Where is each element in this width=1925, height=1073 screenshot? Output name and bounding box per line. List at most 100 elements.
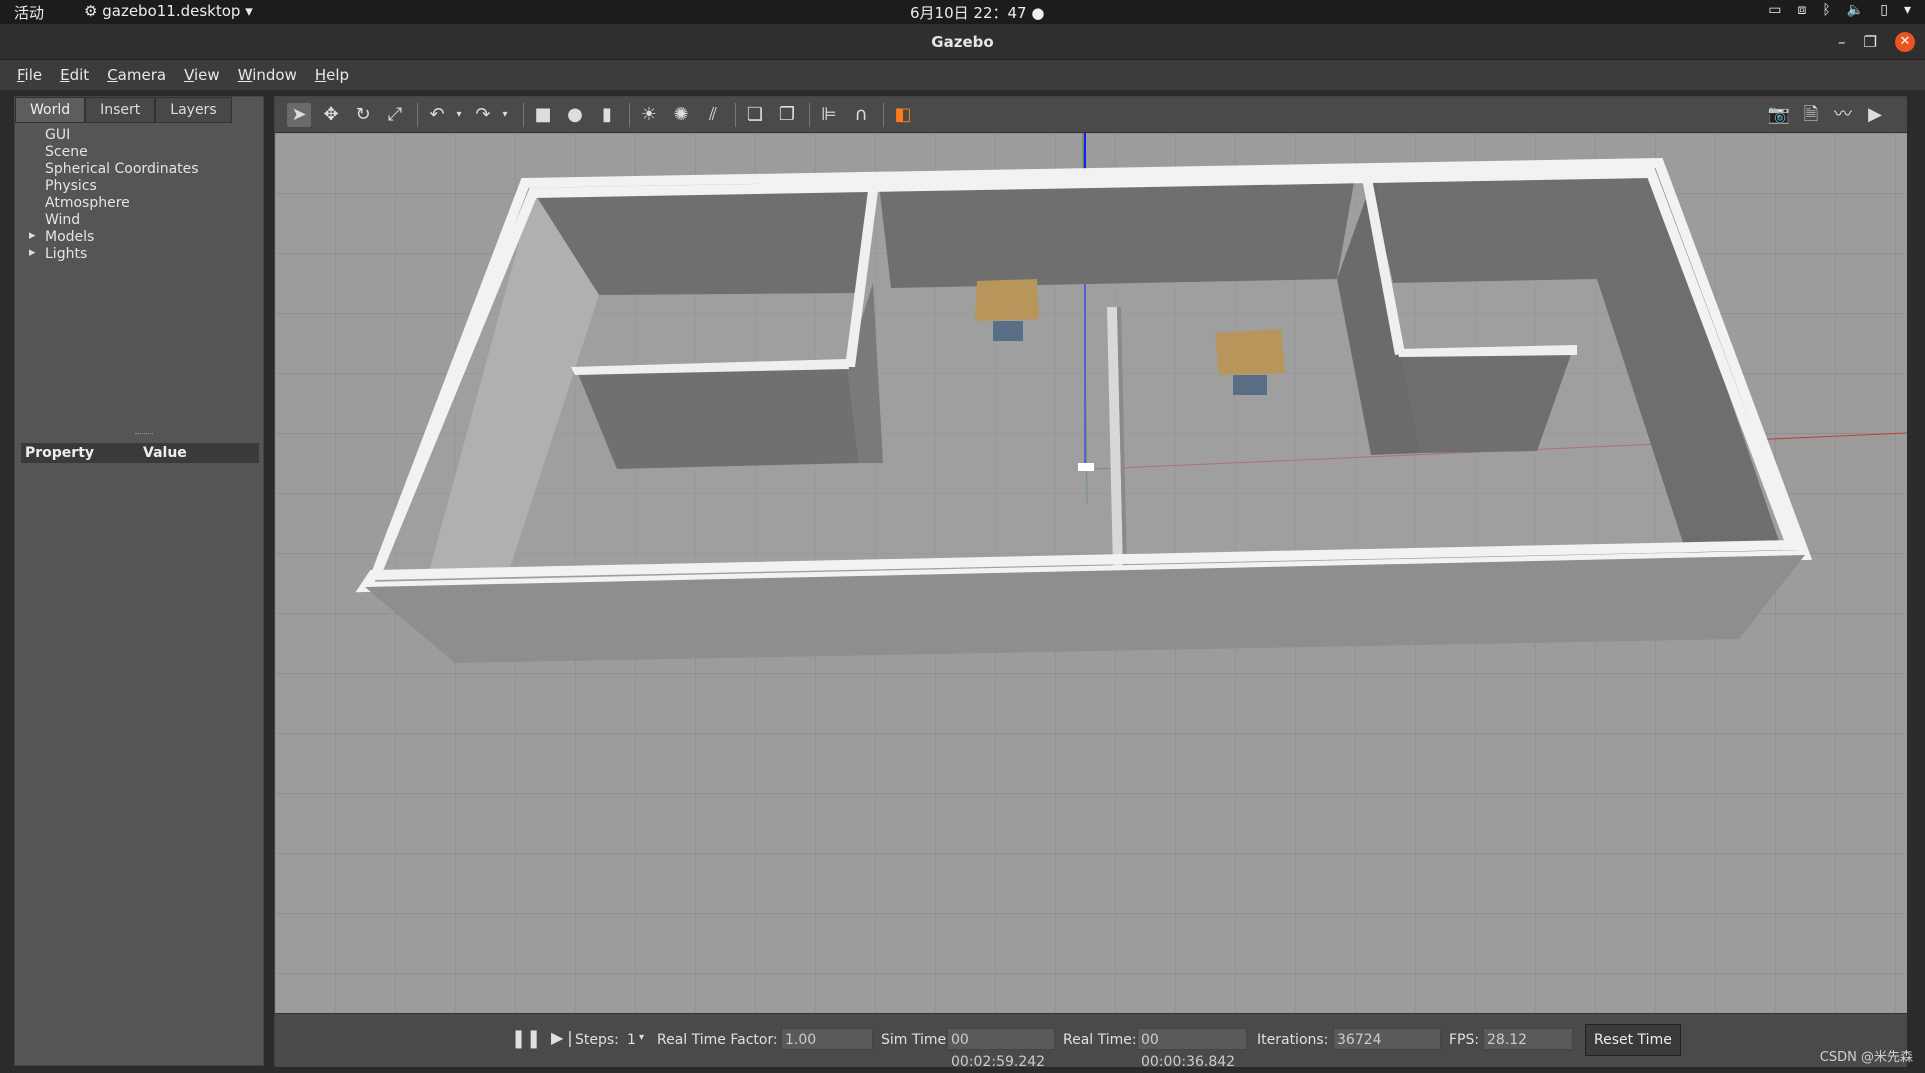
status-bar: ❚❚ ▶❘ Steps: 1 ▾ Real Time Factor: 1.00 … — [275, 1013, 1907, 1070]
cylinder-icon[interactable]: ▮ — [595, 103, 619, 127]
keyboard-icon[interactable]: ▭ — [1768, 2, 1781, 18]
reset-time-button[interactable]: Reset Time — [1585, 1024, 1681, 1056]
tree-item-physics[interactable]: Physics — [15, 178, 265, 195]
menu-help[interactable]: Help — [306, 66, 358, 84]
iterations-field: 36724 — [1333, 1028, 1441, 1050]
tab-layers[interactable]: Layers — [155, 97, 232, 123]
value-column-header: Value — [143, 445, 187, 461]
view-angle-icon[interactable]: ◧ — [891, 103, 915, 127]
system-tray[interactable]: ▭ ⧈ ᛒ 🔈 ▯ ▾ — [1768, 2, 1911, 18]
chevron-down-icon: ▾ — [245, 2, 253, 20]
snap-icon[interactable]: ∩ — [849, 103, 873, 127]
plot-icon[interactable]: 〰 — [1831, 103, 1855, 127]
toolbar-separator — [735, 103, 736, 127]
chevron-down-icon[interactable]: ▾ — [493, 103, 517, 127]
chevron-down-icon[interactable]: ▾ — [447, 103, 471, 127]
watermark: CSDN @米先森 — [1819, 1050, 1913, 1065]
left-panel: World Insert Layers GUI Scene Spherical … — [14, 96, 264, 1066]
tree-item-lights[interactable]: Lights — [15, 245, 265, 263]
point-light-icon[interactable]: ☀ — [637, 103, 661, 127]
tree-item-scene[interactable]: Scene — [15, 144, 265, 161]
toolbar-separator — [417, 103, 418, 127]
origin-marker[interactable] — [1078, 463, 1094, 471]
volume-icon[interactable]: 🔈 — [1847, 2, 1864, 18]
real-time-field: 00 00:00:36.842 — [1137, 1028, 1247, 1070]
battery-icon[interactable]: ▯ — [1880, 2, 1888, 18]
tab-world[interactable]: World — [15, 97, 86, 123]
menu-view[interactable]: View — [175, 66, 229, 84]
panel-splitter-handle[interactable] — [135, 433, 153, 435]
restore-icon[interactable]: ❐ — [1864, 24, 1877, 60]
screenshot-icon[interactable]: 📷 — [1767, 103, 1791, 127]
app-icon: ⚙ — [84, 2, 98, 20]
rtf-label: Real Time Factor: — [657, 1032, 778, 1048]
sim-time-label: Sim Time: — [881, 1032, 951, 1048]
menu-file[interactable]: File — [8, 66, 51, 84]
left-tabs: World Insert Layers — [15, 97, 232, 123]
network-icon[interactable]: ⧈ — [1798, 2, 1807, 18]
fps-label: FPS: — [1449, 1032, 1480, 1048]
step-icon[interactable]: ▶❘ — [551, 1028, 577, 1047]
tree-item-models[interactable]: Models — [15, 228, 265, 246]
table-2-leg — [1233, 375, 1267, 395]
tree-item-wind[interactable]: Wind — [15, 212, 265, 229]
sim-time-field: 00 00:02:59.242 — [947, 1028, 1055, 1070]
spot-light-icon[interactable]: ✺ — [669, 103, 693, 127]
clock[interactable]: 6月10日 22：47 ● — [910, 2, 1044, 23]
back-wall-mid — [879, 177, 1355, 288]
property-table-header: Property Value — [21, 443, 259, 463]
chevron-down-icon[interactable]: ▾ — [1904, 2, 1911, 18]
chevron-down-icon[interactable]: ▾ — [639, 1032, 644, 1043]
viewport-container: ➤ ✥ ↻ ⤢ ↶ ▾ ↷ ▾ ■ ● ▮ ☀ ✺ ⫽ ❏ ❐ ⊫ ∩ ◧ 📷 … — [274, 96, 1908, 1070]
activities-button[interactable]: 活动 — [14, 2, 44, 23]
select-arrow-icon[interactable]: ➤ — [287, 103, 311, 127]
table-1-top[interactable] — [975, 279, 1039, 321]
tree-item-spherical-coordinates[interactable]: Spherical Coordinates — [15, 161, 265, 178]
toolbar-separator — [883, 103, 884, 127]
fps-field: 28.12 — [1483, 1028, 1573, 1050]
table-2-top[interactable] — [1215, 329, 1285, 375]
bluetooth-icon[interactable]: ᛒ — [1822, 2, 1830, 18]
close-icon[interactable]: ✕ — [1895, 32, 1915, 52]
scene-render[interactable] — [275, 132, 1908, 1013]
system-top-bar: 活动 ⚙ gazebo11.desktop ▾ 6月10日 22：47 ● ▭ … — [0, 0, 1925, 24]
rtf-field: 1.00 — [781, 1028, 873, 1050]
minimize-icon[interactable]: – — [1838, 24, 1846, 60]
steps-value[interactable]: 1 — [627, 1032, 636, 1048]
paste-icon[interactable]: ❐ — [775, 103, 799, 127]
sphere-icon[interactable]: ● — [563, 103, 587, 127]
menu-window[interactable]: Window — [229, 66, 306, 84]
rotate-icon[interactable]: ↻ — [351, 103, 375, 127]
pause-icon[interactable]: ❚❚ — [511, 1028, 541, 1049]
world-tree: GUI Scene Spherical Coordinates Physics … — [15, 127, 265, 263]
inner-room-wall-front — [577, 365, 859, 469]
box-icon[interactable]: ■ — [531, 103, 555, 127]
log-icon[interactable]: 🗎 — [1799, 103, 1823, 127]
app-menu[interactable]: ⚙ gazebo11.desktop ▾ — [84, 2, 253, 20]
menu-edit[interactable]: Edit — [51, 66, 98, 84]
app-menu-label: gazebo11.desktop — [102, 2, 241, 20]
tree-item-atmosphere[interactable]: Atmosphere — [15, 195, 265, 212]
directional-light-icon[interactable]: ⫽ — [701, 103, 725, 127]
menu-camera[interactable]: Camera — [98, 66, 175, 84]
table-1-leg — [993, 321, 1023, 341]
notification-dot-icon: ● — [1031, 4, 1045, 22]
translate-icon[interactable]: ✥ — [319, 103, 343, 127]
steps-label: Steps: — [575, 1032, 619, 1048]
redo-icon[interactable]: ↷ — [471, 103, 495, 127]
real-time-label: Real Time: — [1063, 1032, 1137, 1048]
toolbar-separator — [629, 103, 630, 127]
window-title: Gazebo — [931, 33, 994, 51]
scale-icon[interactable]: ⤢ — [383, 103, 407, 127]
record-video-icon[interactable]: ▶ — [1863, 103, 1887, 127]
property-column-header: Property — [25, 445, 95, 461]
iterations-label: Iterations: — [1257, 1032, 1329, 1048]
clock-label: 6月10日 22：47 — [910, 4, 1027, 22]
align-icon[interactable]: ⊫ — [817, 103, 841, 127]
toolbar: ➤ ✥ ↻ ⤢ ↶ ▾ ↷ ▾ ■ ● ▮ ☀ ✺ ⫽ ❏ ❐ ⊫ ∩ ◧ 📷 … — [275, 97, 1907, 133]
tree-item-gui[interactable]: GUI — [15, 127, 265, 144]
3d-scene[interactable] — [275, 132, 1908, 1013]
undo-icon[interactable]: ↶ — [425, 103, 449, 127]
copy-icon[interactable]: ❏ — [743, 103, 767, 127]
tab-insert[interactable]: Insert — [85, 97, 156, 123]
